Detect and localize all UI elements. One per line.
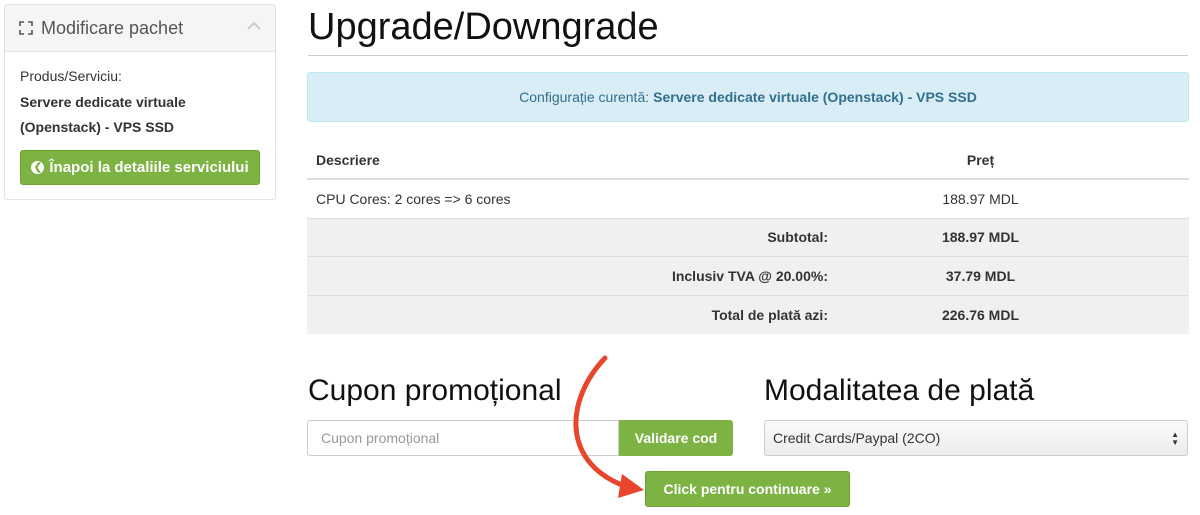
tax-row: Inclusiv TVA @ 20.00%: 37.79 MDL xyxy=(307,257,1189,296)
chevron-up-icon[interactable] xyxy=(247,21,261,31)
total-label: Total de plată azi: xyxy=(711,306,828,323)
table-header-row: Descriere Preț xyxy=(307,142,1189,180)
sidebar-panel: Modificare pachet Produs/Serviciu: Serve… xyxy=(4,4,276,200)
product-label: Produs/Serviciu: xyxy=(20,68,122,84)
arrow-left-circle-icon: ❮ xyxy=(31,161,45,174)
subtotal-value: 188.97 MDL xyxy=(941,229,1020,246)
sidebar-title: Modificare pachet xyxy=(41,17,184,38)
subtotal-row: Subtotal: 188.97 MDL xyxy=(307,218,1189,257)
tax-label: Inclusiv TVA @ 20.00%: xyxy=(671,267,828,284)
product-name: Servere dedicate virtuale (Openstack) - … xyxy=(20,94,186,135)
coupon-heading: Cupon promoțional xyxy=(308,374,562,407)
pricing-table: Descriere Preț CPU Cores: 2 cores => 6 c… xyxy=(307,142,1189,334)
subtotal-label: Subtotal: xyxy=(767,229,828,246)
current-config-alert: Configurație curentă: Servere dedicate v… xyxy=(307,72,1189,122)
continue-button[interactable]: Click pentru continuare » xyxy=(645,471,850,507)
back-button-label: Înapoi la detaliile serviciului xyxy=(49,159,249,176)
payment-heading: Modalitatea de plată xyxy=(764,374,1035,407)
expand-icon xyxy=(19,21,33,35)
page-title: Upgrade/Downgrade xyxy=(308,6,659,48)
title-divider xyxy=(308,55,1188,56)
total-value: 226.76 MDL xyxy=(941,306,1020,323)
row-price: 188.97 MDL xyxy=(942,190,1019,207)
tax-value: 37.79 MDL xyxy=(945,267,1016,284)
column-header-price: Preț xyxy=(966,152,995,168)
payment-method-select[interactable]: Credit Cards/Paypal (2CO) ▲ ▼ xyxy=(764,420,1188,456)
select-arrows-icon: ▲ ▼ xyxy=(1171,430,1179,447)
row-description: CPU Cores: 2 cores => 6 cores xyxy=(316,190,511,207)
back-to-service-button[interactable]: ❮ Înapoi la detaliile serviciului xyxy=(20,150,260,185)
sidebar-header[interactable]: Modificare pachet xyxy=(5,5,275,52)
total-row: Total de plată azi: 226.76 MDL xyxy=(307,295,1189,334)
config-value: Servere dedicate virtuale (Openstack) - … xyxy=(653,89,977,105)
table-row: CPU Cores: 2 cores => 6 cores 188.97 MDL xyxy=(307,180,1189,219)
payment-selected-value: Credit Cards/Paypal (2CO) xyxy=(773,430,941,446)
coupon-group: Cupon promoțional Validare cod xyxy=(307,420,733,456)
column-header-description: Descriere xyxy=(316,152,380,168)
config-label: Configurație curentă: xyxy=(519,89,650,105)
